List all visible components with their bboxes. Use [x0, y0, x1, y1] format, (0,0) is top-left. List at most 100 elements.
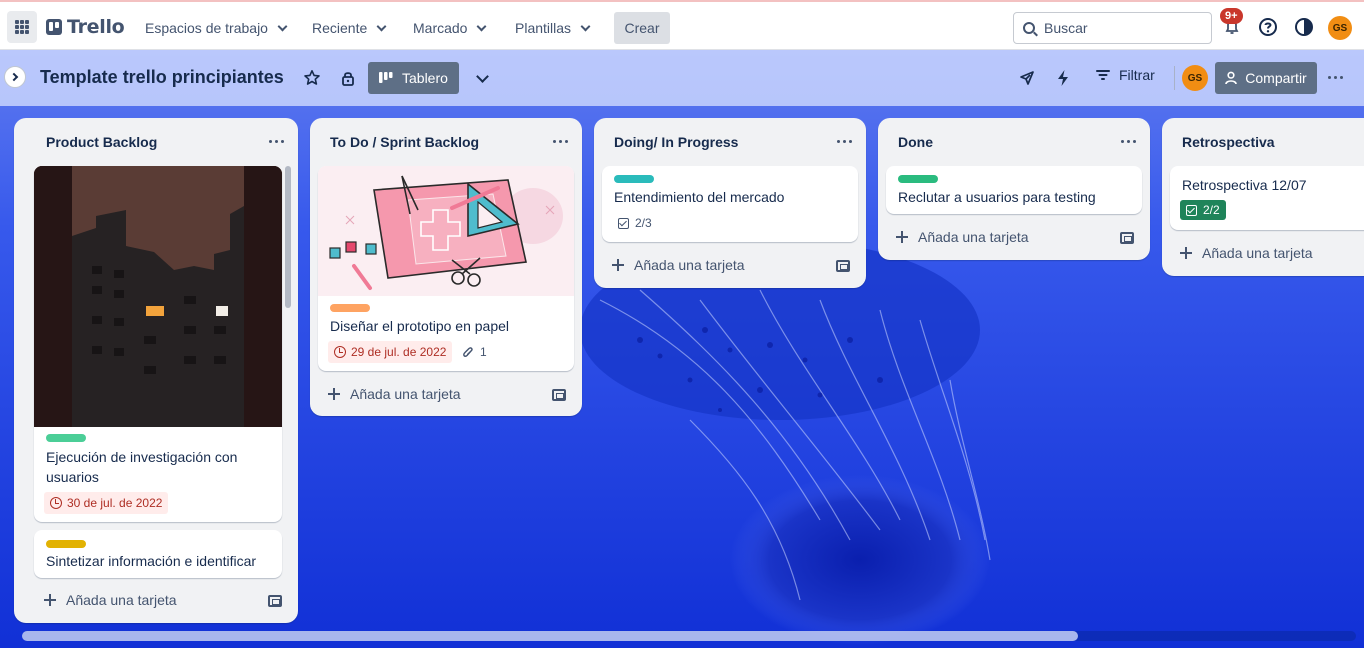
add-card-label: Añada una tarjeta: [350, 386, 461, 402]
account-avatar[interactable]: GS: [1328, 16, 1352, 40]
filter-icon: [1096, 70, 1110, 80]
list-actions-button[interactable]: [834, 133, 854, 149]
checklist-badge: 2/3: [618, 216, 652, 230]
nav-workspaces-dropdown[interactable]: Espacios de trabajo: [141, 12, 290, 44]
due-date-badge[interactable]: 30 de jul. de 2022: [44, 492, 169, 514]
card-label-green[interactable]: [898, 175, 938, 183]
add-card-button[interactable]: Añada una tarjeta: [1180, 245, 1313, 261]
card-disenar-prototipo[interactable]: Diseñar el prototipo en papel 29 de jul.…: [318, 166, 574, 371]
card-template-icon[interactable]: [1120, 232, 1134, 244]
board-view-label: Tablero: [402, 70, 448, 86]
attachments-badge: 1: [462, 345, 487, 359]
chevron-down-icon: [277, 21, 288, 31]
rocket-icon: [1020, 71, 1034, 85]
search-input[interactable]: Buscar: [1013, 12, 1212, 44]
board-view-icon: [379, 72, 393, 83]
card-title: Diseñar el prototipo en papel: [330, 318, 510, 334]
clock-icon: [334, 346, 346, 358]
nav-starred-dropdown[interactable]: Marcado: [409, 12, 489, 44]
card-label-orange[interactable]: [330, 304, 370, 312]
header-divider: [1174, 66, 1175, 90]
list-actions-button[interactable]: [550, 133, 570, 149]
board-title[interactable]: Template trello principiantes: [40, 67, 284, 88]
plus-icon: [44, 594, 56, 606]
card-retrospectiva-1207[interactable]: Retrospectiva 12/07 2/2: [1170, 166, 1364, 230]
list-title[interactable]: To Do / Sprint Backlog: [330, 134, 479, 150]
list-scrollbar[interactable]: [285, 166, 291, 308]
nav-templates-dropdown[interactable]: Plantillas: [511, 12, 593, 44]
star-board-button[interactable]: [303, 69, 321, 90]
add-card-button[interactable]: Añada una tarjeta: [328, 386, 461, 402]
add-card-button[interactable]: Añada una tarjeta: [612, 257, 745, 273]
card-title: Reclutar a usuarios para testing: [898, 189, 1096, 205]
checklist-icon: [1186, 204, 1197, 216]
chevron-down-icon: [475, 69, 489, 83]
board-member-avatar[interactable]: GS: [1182, 65, 1208, 91]
board-menu-button[interactable]: [1328, 76, 1343, 79]
trello-logo[interactable]: Trello: [46, 16, 125, 38]
share-button[interactable]: Compartir: [1215, 62, 1317, 94]
contrast-icon: [1295, 18, 1313, 36]
card-label-green[interactable]: [46, 434, 86, 442]
grid-icon: [15, 20, 29, 34]
add-person-icon: [1225, 71, 1238, 85]
chevron-down-icon: [580, 21, 591, 31]
chevron-down-icon: [477, 21, 487, 31]
due-date-text: 30 de jul. de 2022: [67, 496, 163, 510]
paperclip-icon: [463, 346, 473, 357]
card-label-teal[interactable]: [614, 175, 654, 183]
add-card-label: Añada una tarjeta: [918, 229, 1029, 245]
view-switcher-button[interactable]: [470, 68, 490, 88]
plus-icon: [896, 231, 908, 243]
add-card-label: Añada una tarjeta: [634, 257, 745, 273]
lightning-icon: [1058, 70, 1068, 86]
clock-icon: [50, 497, 62, 509]
card-template-icon[interactable]: [552, 389, 566, 401]
list-title[interactable]: Product Backlog: [46, 134, 157, 150]
card-ejecucion-investigacion[interactable]: Ejecución de investigación con usuarios …: [34, 166, 282, 522]
card-cover-illustration: [318, 166, 574, 296]
theme-toggle-button[interactable]: [1294, 17, 1314, 37]
card-template-icon[interactable]: [836, 260, 850, 272]
card-sintetizar-informacion[interactable]: Sintetizar información e identificar: [34, 530, 282, 578]
filter-button[interactable]: Filtrar: [1096, 67, 1155, 83]
lock-icon: [342, 72, 354, 86]
add-card-button[interactable]: Añada una tarjeta: [44, 592, 177, 608]
card-template-icon[interactable]: [268, 595, 282, 607]
nav-recent-dropdown[interactable]: Reciente: [308, 12, 389, 44]
create-button[interactable]: Crear: [614, 12, 670, 44]
scrollbar-thumb[interactable]: [22, 631, 1078, 641]
checklist-icon: [618, 217, 629, 229]
trello-logo-icon: [46, 19, 62, 35]
sidebar-expand-button[interactable]: [4, 66, 26, 88]
visibility-button[interactable]: [340, 70, 356, 89]
power-ups-button[interactable]: [1018, 69, 1036, 90]
nav-label: Espacios de trabajo: [145, 20, 268, 36]
list-title[interactable]: Doing/ In Progress: [614, 134, 738, 150]
automation-button[interactable]: [1055, 69, 1071, 90]
list-title[interactable]: Done: [898, 134, 933, 150]
star-icon: [304, 70, 320, 85]
nav-label: Marcado: [413, 20, 468, 36]
chevron-right-icon: [9, 72, 19, 82]
help-icon: [1259, 18, 1277, 36]
board-horizontal-scrollbar[interactable]: [22, 631, 1356, 641]
logo-text: Trello: [67, 16, 125, 38]
add-card-button[interactable]: Añada una tarjeta: [896, 229, 1029, 245]
app-switcher-button[interactable]: [7, 11, 37, 43]
due-date-badge[interactable]: 29 de jul. de 2022: [328, 341, 453, 363]
checklist-complete-badge: 2/2: [1180, 200, 1226, 220]
share-label: Compartir: [1245, 70, 1307, 86]
card-label-yellow[interactable]: [46, 540, 86, 548]
filter-label: Filtrar: [1119, 67, 1155, 83]
list-title[interactable]: Retrospectiva: [1182, 134, 1275, 150]
card-reclutar-usuarios[interactable]: Reclutar a usuarios para testing: [886, 166, 1142, 214]
list-actions-button[interactable]: [266, 133, 286, 149]
help-button[interactable]: [1258, 17, 1278, 37]
chevron-down-icon: [376, 21, 387, 31]
board-view-button[interactable]: Tablero: [368, 62, 459, 94]
checklist-count: 2/3: [635, 216, 652, 230]
card-entendimiento-mercado[interactable]: Entendimiento del mercado 2/3: [602, 166, 858, 242]
list-actions-button[interactable]: [1118, 133, 1138, 149]
attachments-count: 1: [480, 345, 487, 359]
